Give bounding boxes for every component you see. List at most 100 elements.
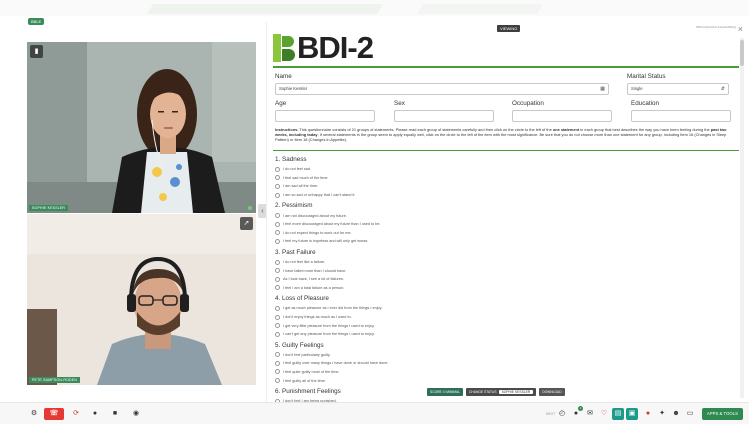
notification-badge: 1 [578,406,583,411]
record-icon[interactable]: ● [642,408,654,420]
name-value: Sophie Kessler [279,86,308,91]
radio-button[interactable] [275,323,280,329]
chat-icon[interactable]: ✉ [584,408,596,420]
occupation-field[interactable] [512,110,612,122]
decor-bar [417,4,543,14]
download-button[interactable]: DOWNLOAD [539,388,565,396]
education-field[interactable] [631,110,731,122]
radio-button[interactable] [275,213,280,219]
answer-option[interactable]: I get very little pleasure from the thin… [275,321,575,330]
video-tile-therapist[interactable]: ➚ PETE SAMPSON-RODEN [27,214,256,385]
answer-option[interactable]: I do not feel sad. [275,165,575,174]
radio-button[interactable] [275,166,280,172]
camera-icon[interactable]: ■ [109,408,121,420]
radio-button[interactable] [275,360,280,366]
whiteboard-icon[interactable]: ▤ [612,408,624,420]
answer-option[interactable]: I feel guilty all of the time. [275,376,575,385]
answer-label: I do not expect things to work out for m… [283,230,352,235]
radio-button[interactable] [275,378,280,384]
question-group: 5. Guilty Feelings I don't feel particula… [275,342,575,385]
radio-button[interactable] [275,352,280,358]
document-id: RBkzoZq5o0kzUHqdGMk8eQ [695,25,736,29]
mic-active-indicator [248,206,252,210]
education-label: Education [631,100,660,107]
sex-label: Sex [394,100,405,107]
radio-button[interactable] [275,285,280,291]
answer-option[interactable]: I don't feel particularly guilty. [275,351,575,360]
microphone-icon[interactable]: ● [89,408,101,420]
score-button[interactable]: SCORE: 0 MINIMAL [427,388,464,396]
screenshot-icon[interactable]: ◉ [130,408,142,420]
sex-field[interactable] [394,110,494,122]
answer-option[interactable]: I am not discouraged about my future. [275,211,575,220]
heart-icon[interactable]: ♡ [598,408,610,420]
answer-label: I have failed more than I should have. [283,268,347,273]
participants-icon[interactable]: ☻ [670,408,682,420]
question-title: 4. Loss of Pleasure [275,295,329,303]
radio-button[interactable] [275,305,280,311]
bdi-logo-mark-icon [273,34,295,62]
video-tile-client[interactable]: ▮ SOPHIE KESSLER [27,42,256,213]
answer-option[interactable]: I am so sad or unhappy that I can't stan… [275,191,575,200]
radio-button[interactable] [275,183,280,189]
change-status-button[interactable]: CHANGE STATUS SOPHIE KESSLER [466,388,537,396]
radio-button[interactable] [275,314,280,320]
scrollbar-track[interactable] [740,38,744,398]
share-screen-icon[interactable]: ▭ [684,408,696,420]
radio-button[interactable] [275,276,280,282]
radio-button[interactable] [275,238,280,244]
bdi-form-panel: VIEWING RBkzoZq5o0kzUHqdGMk8eQ × BDI-2 N… [266,22,746,402]
timer-icon[interactable]: ◴ [556,408,568,420]
marital-status-select[interactable]: Single ⇵ [627,83,729,95]
radio-button[interactable] [275,192,280,198]
answer-label: I do not feel sad. [283,167,312,172]
answer-option[interactable]: I feel more discouraged about my future … [275,220,575,229]
viewing-badge: VIEWING [497,25,521,32]
answer-label: I am sad all the time. [283,184,319,189]
document-icon[interactable]: ▣ [626,408,638,420]
apps-tools-button[interactable]: APPS & TOOLS [701,408,743,420]
name-field[interactable]: Sophie Kessler ▦ [275,83,609,95]
answer-option[interactable]: I get as much pleasure as I ever did fro… [275,304,575,313]
radio-button[interactable] [275,221,280,227]
gear-icon[interactable]: ⚙ [28,408,40,420]
radio-button[interactable] [275,175,280,181]
answer-option[interactable]: I feel guilty over many things I have do… [275,359,575,368]
question-group: 2. Pessimism I am not discouraged about m… [275,202,575,245]
status-select[interactable]: SOPHIE KESSLER [498,390,534,394]
participant-name-tag: SOPHIE KESSLER [29,205,69,211]
radio-button[interactable] [275,369,280,375]
answer-label: I don't feel particularly guilty. [283,352,331,357]
bdi-logo: BDI-2 [273,30,374,65]
expand-icon[interactable]: ➚ [240,217,253,230]
answer-option[interactable]: I feel I am a total failure as a person. [275,284,575,293]
answer-option[interactable]: I do not feel like a failure. [275,258,575,267]
end-call-button[interactable]: ☏ [44,408,64,420]
refresh-icon[interactable]: ⟳ [70,408,82,420]
answer-option[interactable]: I have failed more than I should have. [275,266,575,275]
answer-option[interactable]: I feel quite guilty most of the time. [275,368,575,377]
answer-option[interactable]: I don't enjoy things as much as I used t… [275,313,575,322]
answer-option[interactable]: I can't get any pleasure from the things… [275,330,575,339]
close-icon[interactable]: × [738,24,743,34]
scrollbar-thumb[interactable] [740,40,744,66]
top-strip [0,0,749,16]
age-field[interactable] [275,110,375,122]
answer-option[interactable]: I feel sad much of the time. [275,174,575,183]
question-group: 1. Sadness I do not feel sad. I feel sad m… [275,156,575,199]
settings-icon[interactable]: ✦ [656,408,668,420]
radio-button[interactable] [275,230,280,236]
answer-label: I get very little pleasure from the thin… [283,323,375,328]
radio-button[interactable] [275,268,280,274]
answer-option[interactable]: As I look back, I see a lot of failures. [275,275,575,284]
answer-option[interactable]: I feel my future is hopeless and will on… [275,237,575,246]
instructions-part: . If several statements in the group see… [275,131,727,142]
answer-option[interactable]: I am sad all the time. [275,182,575,191]
contact-card-icon[interactable]: ▦ [600,84,605,94]
speaker-icon[interactable]: ▮ [30,45,43,58]
radio-button[interactable] [275,331,280,337]
answer-label: I feel guilty all of the time. [283,378,326,383]
answer-option[interactable]: I do not expect things to work out for m… [275,229,575,238]
radio-button[interactable] [275,259,280,265]
answer-label: I do not feel like a failure. [283,260,326,265]
